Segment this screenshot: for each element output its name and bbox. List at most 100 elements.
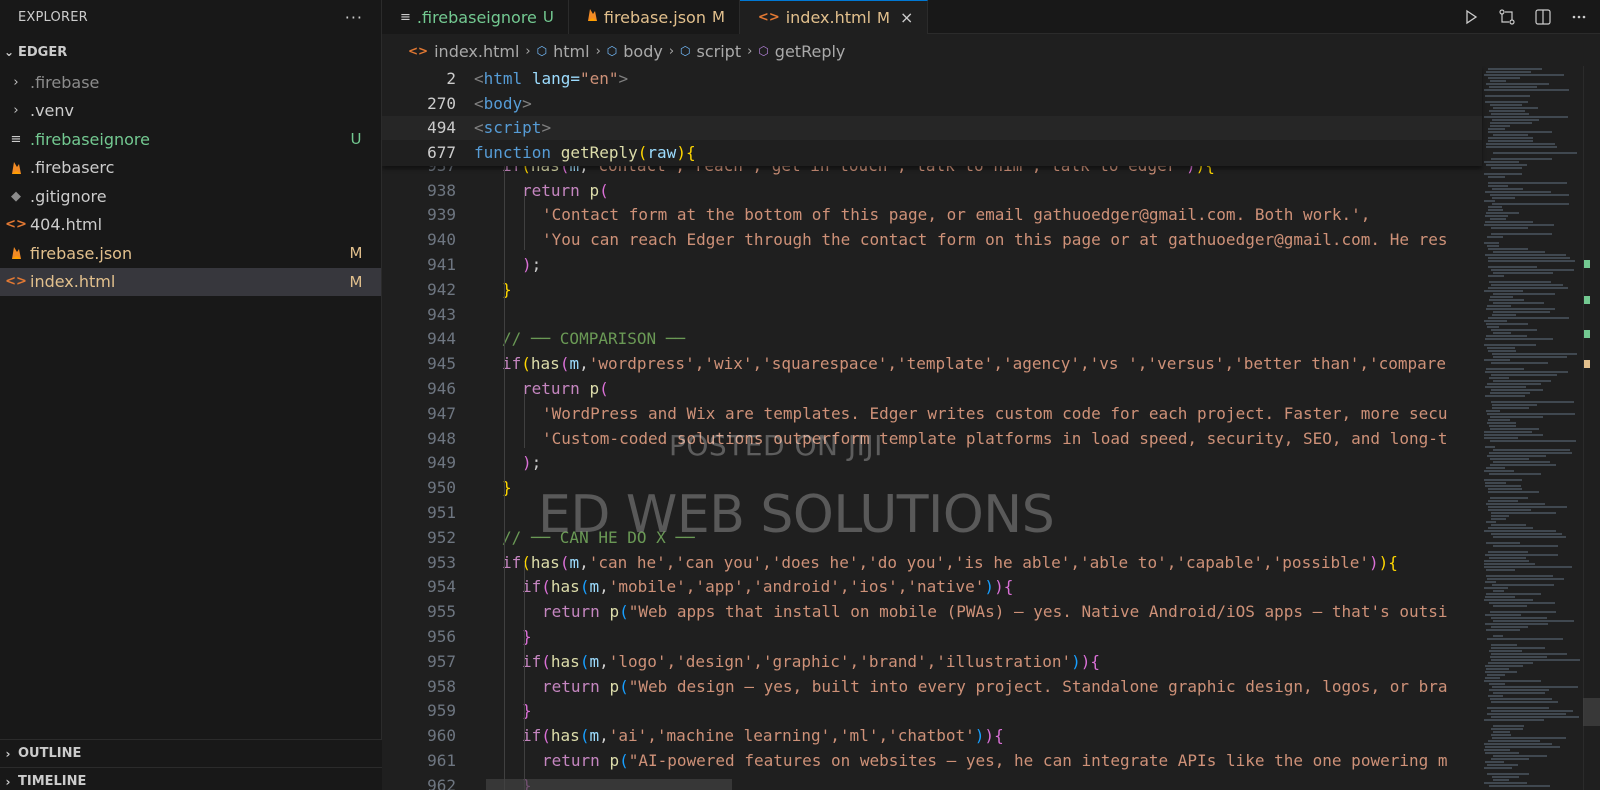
minimap-line	[1487, 578, 1564, 580]
vertical-scrollbar[interactable]	[1583, 66, 1600, 790]
sticky-line[interactable]: 2 <html lang="en">	[382, 66, 1482, 91]
code-line: 944 // ── COMPARISON ──	[382, 327, 1482, 352]
method-icon: ⬡	[758, 44, 769, 58]
minimap-line	[1489, 452, 1572, 454]
tab-index-html[interactable]: <> index.html M ×	[739, 0, 929, 34]
minimap-line	[1488, 131, 1552, 133]
minimap-line	[1491, 701, 1558, 703]
line-number: 940	[427, 230, 456, 250]
tree-item-firebase-json[interactable]: firebase.json M	[0, 239, 381, 268]
sticky-line[interactable]: 677 function getReply(raw){	[382, 140, 1482, 165]
minimap-line	[1484, 242, 1499, 244]
minimap-line	[1484, 566, 1572, 568]
minimap-line	[1487, 305, 1511, 307]
minimap-line	[1488, 185, 1508, 187]
code-text: 'You can reach Edger through the contact…	[542, 230, 1448, 250]
minimap-line	[1491, 524, 1526, 526]
minimap-line	[1488, 509, 1531, 511]
minimap-line	[1488, 248, 1528, 250]
minimap-line	[1487, 413, 1575, 415]
breadcrumb-label: getReply	[774, 41, 846, 61]
breadcrumb-script[interactable]: ⬡ script	[680, 42, 741, 61]
minimap-line	[1484, 563, 1535, 565]
minimap-line	[1488, 182, 1567, 184]
minimap-line	[1493, 590, 1504, 592]
tree-item-label: .firebase	[30, 72, 100, 92]
html-file-icon: <>	[5, 217, 27, 233]
minimap-line	[1487, 245, 1499, 247]
minimap-line	[1487, 455, 1546, 457]
more-actions-icon[interactable]: ···	[345, 8, 363, 27]
outline-label: OUTLINE	[18, 746, 82, 761]
minimap-line	[1491, 362, 1548, 364]
close-icon[interactable]: ×	[900, 8, 913, 27]
minimap-line	[1491, 659, 1580, 661]
minimap-line	[1489, 299, 1524, 301]
minimap-line	[1491, 515, 1509, 517]
tab-firebaseignore[interactable]: ≡ .firebaseignore U	[382, 0, 569, 34]
indent-guide	[524, 190, 525, 250]
code-line: 946 return p(	[382, 376, 1482, 401]
minimap-line	[1484, 89, 1569, 91]
minimap-line	[1492, 197, 1515, 199]
tree-item-firebaseignore[interactable]: ≡ .firebaseignore U	[0, 125, 381, 154]
minimap-line	[1487, 707, 1549, 709]
tree-item-404-html[interactable]: <> 404.html	[0, 211, 381, 240]
minimap-line	[1492, 188, 1523, 190]
tree-item-venv-folder[interactable]: › .venv	[0, 97, 381, 126]
minimap-line	[1493, 152, 1577, 154]
root-folder[interactable]: ⌄ EDGER	[0, 40, 381, 64]
breadcrumb-file[interactable]: <> index.html	[408, 42, 519, 61]
code-line: 958 return p("Web design — yes, built int…	[382, 674, 1482, 699]
minimap-line	[1488, 419, 1510, 421]
minimap-line	[1486, 323, 1528, 325]
timeline-panel-header[interactable]: › TIMELINE	[0, 767, 382, 790]
minimap-line	[1490, 611, 1556, 613]
compare-changes-icon[interactable]	[1496, 6, 1518, 28]
outline-panel-header[interactable]: › OUTLINE	[0, 739, 382, 767]
minimap-line	[1485, 395, 1525, 397]
minimap-line	[1488, 488, 1522, 490]
tree-item-index-html[interactable]: <> index.html M	[0, 267, 381, 296]
tree-item-firebase-folder[interactable]: › .firebase	[0, 68, 381, 97]
minimap-line	[1492, 353, 1577, 355]
sticky-line[interactable]: 494 <script>	[382, 115, 1482, 141]
minimap-line	[1491, 329, 1537, 331]
code-text: return p(	[522, 379, 609, 399]
line-number: 939	[427, 205, 456, 225]
line-number: 938	[427, 180, 456, 200]
element-icon: ⬡	[680, 44, 691, 58]
minimap-line	[1491, 758, 1529, 760]
code-line: 943	[382, 302, 1482, 327]
minimap-line	[1485, 665, 1523, 667]
minimap-line	[1484, 479, 1522, 481]
scrollbar-thumb[interactable]	[1583, 698, 1600, 726]
code-line: 947 'WordPress and Wix are templates. Edg…	[382, 401, 1482, 426]
minimap-line	[1488, 275, 1504, 277]
minimap-line	[1485, 614, 1521, 616]
horizontal-scrollbar[interactable]	[486, 779, 732, 790]
minimap-line	[1485, 596, 1515, 598]
minimap-line	[1485, 485, 1521, 487]
run-icon[interactable]	[1460, 6, 1482, 28]
code-editor[interactable]: 937if(has(m,'contact','reach','get in to…	[382, 66, 1600, 790]
minimap[interactable]	[1482, 66, 1582, 790]
code-line: 939 'Contact form at the bottom of this p…	[382, 203, 1482, 228]
chevron-right-icon: ›	[5, 774, 11, 789]
line-number: 962	[427, 775, 456, 790]
breadcrumb-function[interactable]: ⬡ getReply	[758, 42, 845, 61]
split-editor-icon[interactable]	[1532, 6, 1554, 28]
tab-firebase-json[interactable]: firebase.json M	[568, 0, 740, 34]
sticky-line[interactable]: 270 <body>	[382, 91, 1482, 116]
code-text: <body>	[474, 93, 532, 113]
code-text: 'WordPress and Wix are templates. Edger …	[542, 403, 1448, 423]
minimap-line	[1489, 689, 1549, 691]
minimap-line	[1488, 491, 1539, 493]
more-actions-icon[interactable]	[1568, 6, 1590, 28]
minimap-line	[1493, 461, 1550, 463]
tree-item-gitignore[interactable]: ◆ .gitignore	[0, 182, 381, 211]
breadcrumb-html[interactable]: ⬡ html	[537, 42, 590, 61]
tree-item-firebaserc[interactable]: .firebaserc	[0, 154, 381, 183]
breadcrumb-body[interactable]: ⬡ body	[607, 42, 663, 61]
minimap-line	[1488, 662, 1533, 664]
